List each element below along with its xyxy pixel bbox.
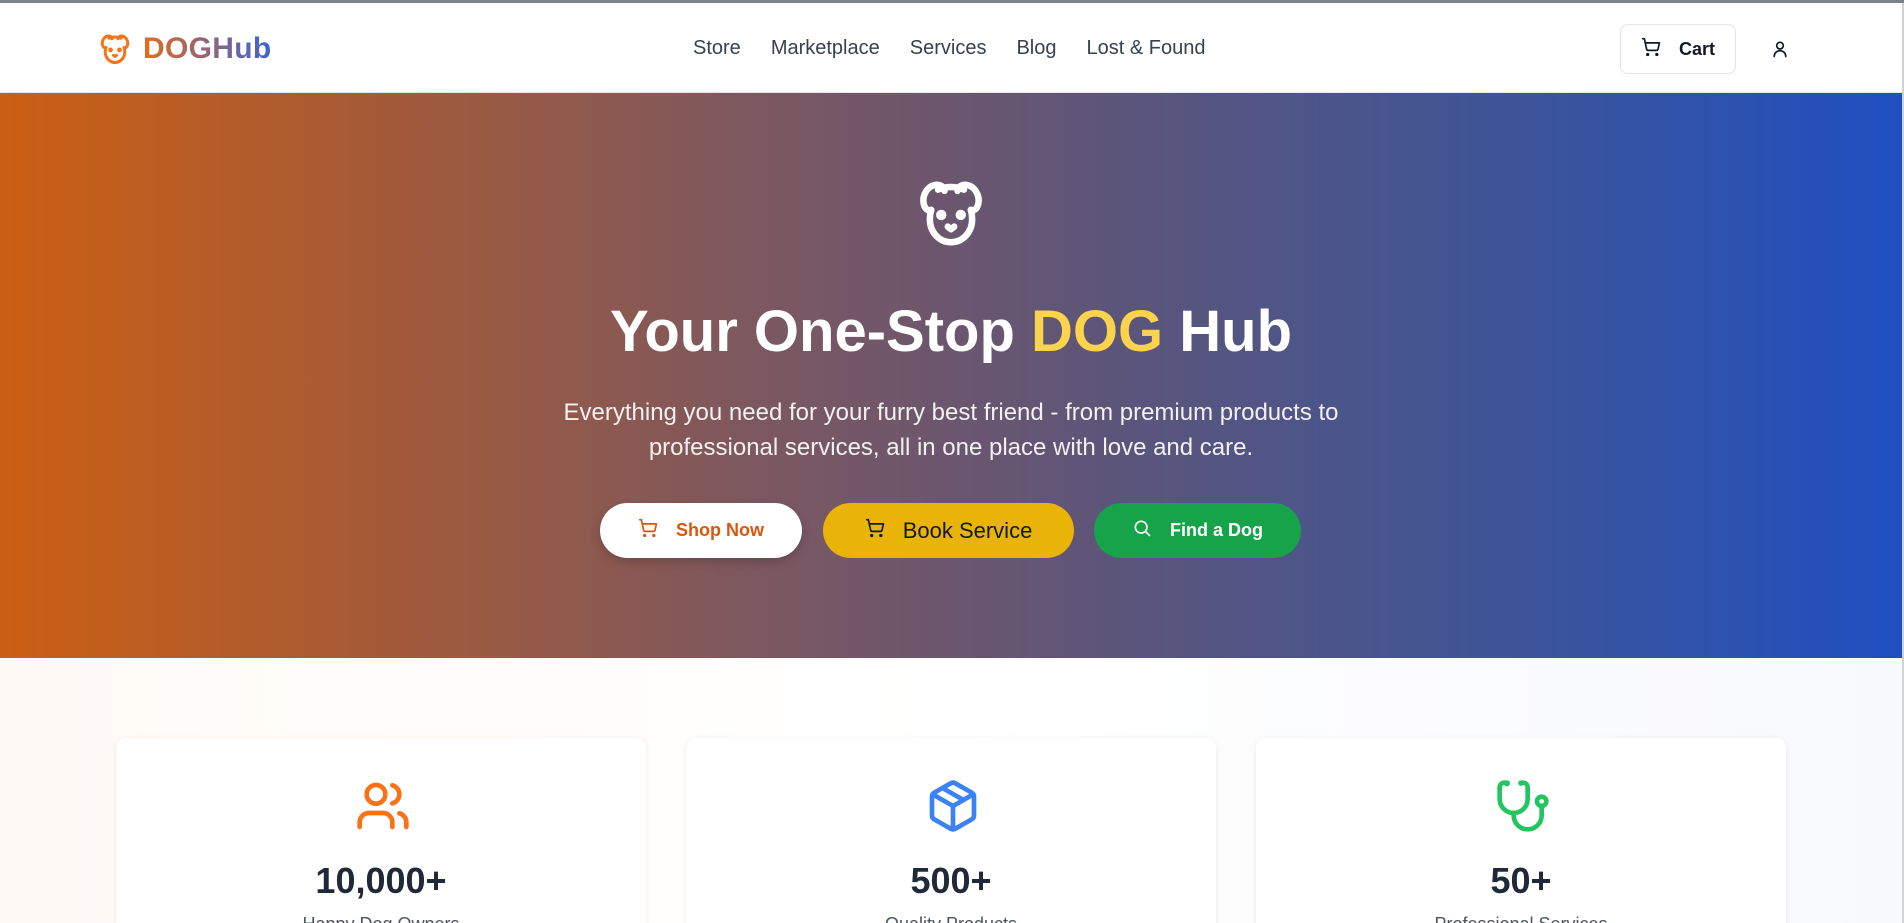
nav-blog[interactable]: Blog xyxy=(1016,37,1056,60)
brand-name: DOGHub xyxy=(143,32,272,65)
shop-now-button[interactable]: Shop Now xyxy=(600,503,802,558)
stat-label: Happy Dog Owners xyxy=(116,914,646,923)
dog-icon xyxy=(97,31,133,67)
hero-title-accent: DOG xyxy=(1031,299,1164,364)
find-dog-button[interactable]: Find a Dog xyxy=(1094,503,1301,558)
hero-subtitle: Everything you need for your furry best … xyxy=(563,399,1339,461)
hero-title: Your One-Stop DOG Hub xyxy=(0,298,1902,365)
cart-icon xyxy=(638,518,658,543)
dog-icon xyxy=(912,174,990,252)
nav-lost-found[interactable]: Lost & Found xyxy=(1086,37,1205,60)
package-icon xyxy=(925,778,981,834)
stat-value: 500+ xyxy=(910,860,992,901)
stat-value: 50+ xyxy=(1490,860,1552,901)
user-icon[interactable] xyxy=(1768,37,1792,61)
book-service-button[interactable]: Book Service xyxy=(823,503,1074,558)
hero-title-suffix: Hub xyxy=(1163,299,1292,364)
stat-label: Professional Services xyxy=(1256,914,1786,923)
shop-now-label: Shop Now xyxy=(676,520,764,540)
main-nav: Store Marketplace Services Blog Lost & F… xyxy=(693,37,1205,60)
find-dog-label: Find a Dog xyxy=(1170,520,1263,540)
stat-card-services: 50+ Professional Services xyxy=(1256,738,1786,923)
stethoscope-icon xyxy=(1495,778,1551,834)
nav-store[interactable]: Store xyxy=(693,37,741,60)
site-header: DOGHub Store Marketplace Services Blog L… xyxy=(0,3,1902,93)
brand-logo[interactable]: DOGHub xyxy=(97,29,271,69)
stat-label: Quality Products xyxy=(686,914,1216,923)
stat-card-products: 500+ Quality Products xyxy=(686,738,1216,923)
search-icon xyxy=(1132,518,1152,543)
cart-icon xyxy=(1641,37,1661,62)
stat-card-owners: 10,000+ Happy Dog Owners xyxy=(116,738,646,923)
nav-marketplace[interactable]: Marketplace xyxy=(771,37,880,60)
book-service-label: Book Service xyxy=(902,517,1033,543)
hero-title-prefix: Your One-Stop xyxy=(610,299,1032,364)
cart-button[interactable]: Cart xyxy=(1620,24,1736,74)
stat-value: 10,000+ xyxy=(315,860,447,901)
cart-label: Cart xyxy=(1678,38,1715,59)
cart-icon xyxy=(865,518,885,544)
nav-services[interactable]: Services xyxy=(910,37,987,60)
users-icon xyxy=(355,778,411,834)
